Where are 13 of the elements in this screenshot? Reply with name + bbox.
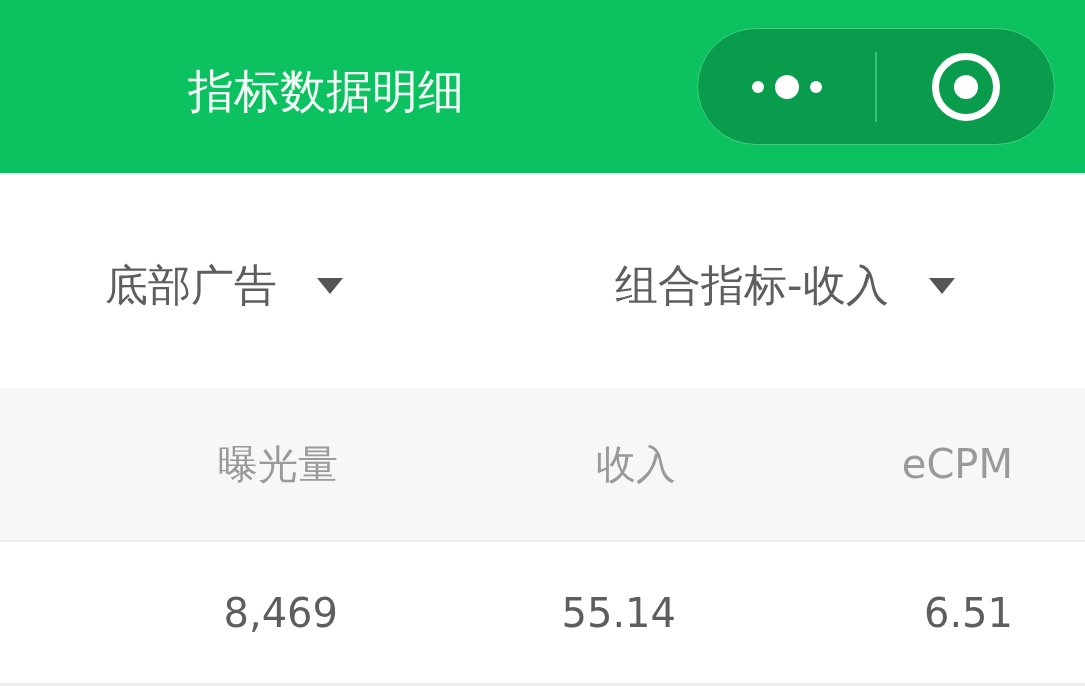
column-header: eCPM	[901, 441, 1013, 487]
column-header: 收入	[596, 439, 676, 489]
caret-icon	[317, 277, 343, 294]
page-title: 指标数据明细	[188, 63, 464, 120]
column-header: 曝光量	[218, 439, 338, 489]
more-icon[interactable]	[751, 74, 822, 99]
table-cell: 6.51	[923, 589, 1013, 636]
caret-icon	[928, 277, 955, 294]
table-cell: 55.14	[561, 589, 676, 636]
filter-dropdown[interactable]: 组合指标-收入	[615, 256, 955, 315]
target-icon[interactable]	[931, 52, 1000, 121]
table-cell: 8,469	[223, 589, 338, 636]
filter-dropdown[interactable]: 底部广告	[105, 256, 343, 315]
